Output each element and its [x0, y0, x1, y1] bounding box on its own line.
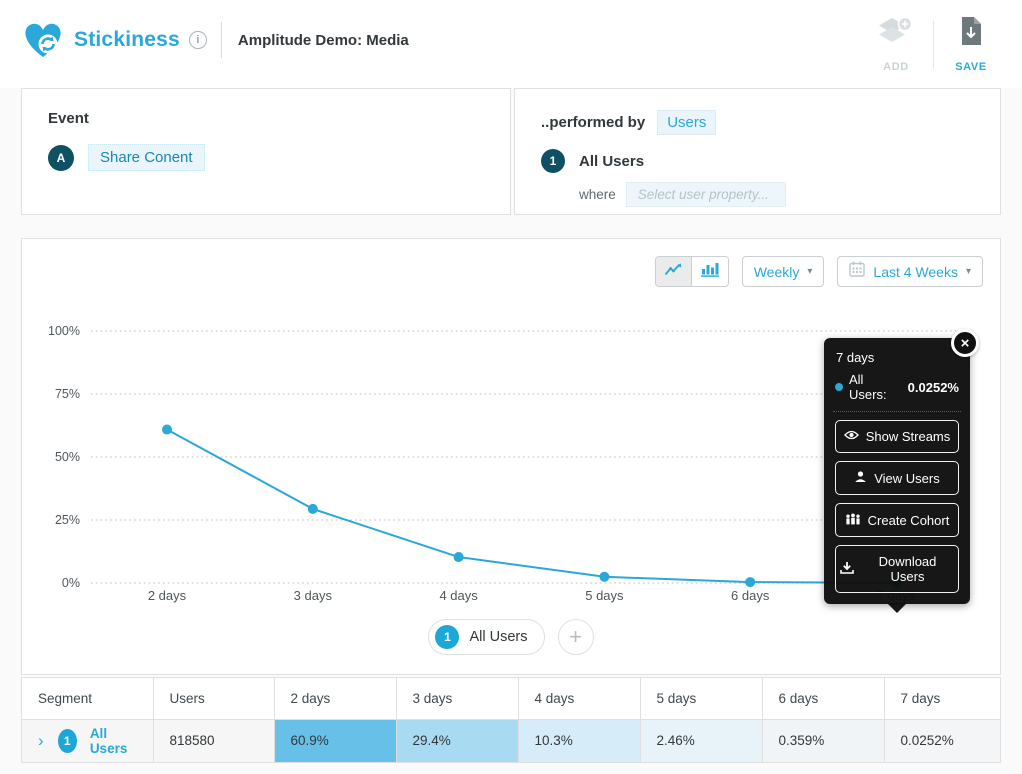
eye-icon: [844, 429, 859, 444]
add-button[interactable]: ADD: [865, 16, 927, 73]
table-row: › 1 All Users 818580 60.9% 29.4% 10.3% 2…: [22, 719, 1000, 762]
event-badge: A: [48, 145, 74, 171]
tooltip-pointer: [887, 603, 907, 613]
line-chart-icon: [664, 262, 683, 282]
segment-cell: › 1 All Users: [22, 719, 153, 762]
svg-text:100%: 100%: [48, 324, 80, 338]
interval-dropdown[interactable]: Weekly ▾: [742, 256, 825, 287]
value-cell-4days: 10.3%: [518, 719, 640, 762]
datapoint-tooltip: × 7 days All Users: 0.0252% Show Streams: [824, 338, 970, 604]
chart-panel: Weekly ▾ Last 4 Weeks ▾: [21, 238, 1001, 675]
svg-text:75%: 75%: [55, 387, 80, 401]
col-header-3days: 3 days: [396, 678, 518, 719]
value-cell-7days: 0.0252%: [884, 719, 1000, 762]
header-button-divider: [933, 21, 934, 69]
add-layers-icon: [877, 16, 915, 51]
row-segment-badge: 1: [58, 729, 77, 753]
where-label: where: [579, 187, 616, 202]
header-divider: [221, 22, 222, 58]
tooltip-series-label: All Users:: [849, 372, 902, 402]
legend-badge: 1: [435, 625, 459, 649]
col-header-4days: 4 days: [518, 678, 640, 719]
segment-badge: 1: [541, 149, 565, 173]
users-subject-pill[interactable]: Users: [657, 110, 716, 135]
value-cell-3days: 29.4%: [396, 719, 518, 762]
svg-text:2 days: 2 days: [148, 588, 187, 603]
download-icon: [840, 561, 854, 577]
user-icon: [854, 470, 867, 486]
svg-text:5 days: 5 days: [585, 588, 624, 603]
chevron-down-icon: ▾: [807, 266, 812, 277]
group-icon-button create-cohort-button[interactable]: Create Cohort: [835, 503, 959, 537]
save-button-label: SAVE: [955, 61, 987, 73]
chart-type-toggle: [655, 256, 729, 287]
value-cell-5days: 2.46%: [640, 719, 762, 762]
col-header-segment: Segment: [22, 678, 153, 719]
tooltip-divider: [833, 411, 961, 412]
event-panel-heading: Event: [48, 110, 484, 127]
group-icon: [845, 512, 861, 528]
segment-name: All Users: [579, 153, 644, 170]
svg-text:3 days: 3 days: [294, 588, 333, 603]
tooltip-value: 0.0252%: [908, 380, 959, 395]
value-cell-2days: 60.9%: [274, 719, 396, 762]
users-count-cell: 818580: [153, 719, 274, 762]
event-panel: Event A Share Conent: [21, 88, 511, 215]
bar-chart-toggle-button[interactable]: [692, 257, 728, 286]
add-segment-button[interactable]: +: [558, 619, 594, 655]
svg-text:25%: 25%: [55, 513, 80, 527]
project-name: Amplitude Demo: Media: [238, 32, 409, 49]
legend-all-users-pill[interactable]: 1 All Users: [428, 619, 544, 655]
performed-by-panel: ..performed by Users 1 All Users where S…: [514, 88, 1001, 215]
value-cell-6days: 0.359%: [762, 719, 884, 762]
save-button[interactable]: SAVE: [940, 16, 1002, 73]
add-button-label: ADD: [883, 61, 909, 73]
page-title: Stickiness: [74, 28, 180, 52]
svg-text:50%: 50%: [55, 450, 80, 464]
series-dot-icon: [835, 383, 843, 391]
bar-chart-icon: [701, 262, 719, 282]
date-range-dropdown[interactable]: Last 4 Weeks ▾: [837, 256, 983, 287]
svg-text:4 days: 4 days: [439, 588, 478, 603]
event-name-pill[interactable]: Share Conent: [88, 144, 205, 171]
user-property-input[interactable]: Select user property...: [626, 182, 786, 207]
interval-value: Weekly: [754, 264, 800, 280]
show-streams-button[interactable]: Show Streams: [835, 420, 959, 453]
legend-label: All Users: [469, 629, 527, 645]
save-file-icon: [959, 16, 983, 51]
line-chart-toggle-button[interactable]: [656, 257, 692, 286]
results-table: Segment Users 2 days 3 days 4 days 5 day…: [21, 677, 1001, 763]
col-header-6days: 6 days: [762, 678, 884, 719]
col-header-5days: 5 days: [640, 678, 762, 719]
tooltip-title: 7 days: [836, 350, 959, 365]
performed-by-heading: ..performed by: [541, 114, 645, 131]
col-header-2days: 2 days: [274, 678, 396, 719]
svg-text:0%: 0%: [62, 576, 80, 590]
calendar-icon: [849, 261, 865, 282]
info-icon[interactable]: i: [189, 31, 207, 49]
col-header-users: Users: [153, 678, 274, 719]
view-users-button[interactable]: View Users: [835, 461, 959, 495]
chevron-down-icon: ▾: [966, 266, 971, 277]
stickiness-heart-logo-icon: [22, 20, 64, 60]
all-users-link[interactable]: All Users: [90, 726, 137, 756]
expand-row-chevron-icon[interactable]: ›: [38, 732, 44, 749]
col-header-7days: 7 days: [884, 678, 1000, 719]
close-icon[interactable]: ×: [951, 329, 979, 357]
app-header: Stickiness i Amplitude Demo: Media ADD: [0, 0, 1022, 88]
plus-icon: +: [569, 624, 582, 650]
date-range-value: Last 4 Weeks: [873, 264, 958, 280]
svg-text:6 days: 6 days: [731, 588, 770, 603]
table-header-row: Segment Users 2 days 3 days 4 days 5 day…: [22, 678, 1000, 719]
download-users-button[interactable]: Download Users: [835, 545, 959, 593]
stickiness-page: Stickiness i Amplitude Demo: Media ADD: [0, 0, 1022, 774]
